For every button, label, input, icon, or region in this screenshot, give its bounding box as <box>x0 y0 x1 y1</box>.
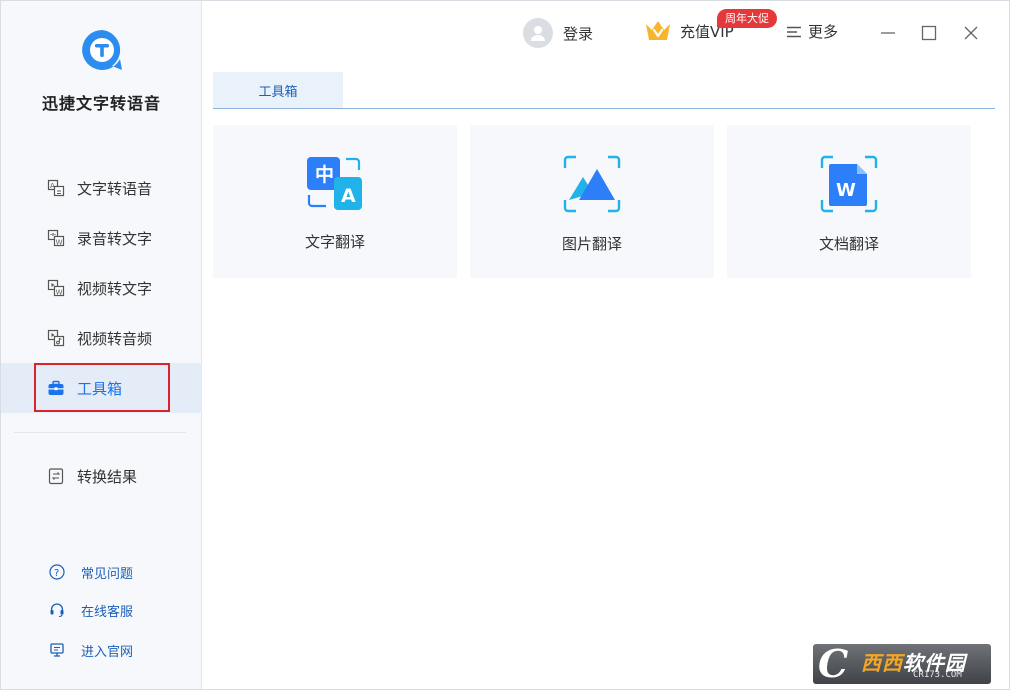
watermark-url: CR173.COM <box>913 670 962 680</box>
sidebar-item-label: 文字转语音 <box>77 179 153 198</box>
tool-card-image-translate[interactable]: 图片翻译 <box>470 125 714 278</box>
image-translate-icon <box>563 155 621 213</box>
video-to-text-icon: W <box>46 278 66 298</box>
help-link-faq[interactable]: ? 常见问题 <box>1 559 202 585</box>
tool-card-label: 图片翻译 <box>561 235 622 253</box>
more-menu-button[interactable]: 更多 <box>786 21 838 42</box>
app-logo-icon <box>82 30 122 70</box>
minimize-icon[interactable] <box>878 23 898 43</box>
svg-text:W: W <box>56 289 63 297</box>
audio-to-text-icon: W <box>46 228 66 248</box>
sidebar-item-results[interactable]: 转换结果 <box>1 451 202 501</box>
user-avatar-icon <box>523 18 553 48</box>
help-link-label: 在线客服 <box>81 604 134 620</box>
tool-card-document-translate[interactable]: W 文档翻译 <box>727 125 971 278</box>
svg-text:W: W <box>56 239 63 247</box>
login-label: 登录 <box>563 24 594 43</box>
results-icon <box>46 466 66 486</box>
promo-badge: 周年大促 <box>717 9 777 28</box>
sidebar-item-label: 视频转音频 <box>77 329 153 348</box>
tool-card-label: 文档翻译 <box>818 235 879 253</box>
video-to-audio-icon <box>46 328 66 348</box>
question-circle-icon: ? <box>48 563 66 581</box>
sidebar-item-label: 工具箱 <box>77 379 123 398</box>
sidebar-item-label: 录音转文字 <box>77 229 153 248</box>
sidebar-divider <box>14 432 186 433</box>
tab-toolbox[interactable]: 工具箱 <box>213 72 343 108</box>
headset-icon <box>48 601 66 619</box>
tool-card-text-translate[interactable]: 中 A 文字翻译 <box>213 125 457 278</box>
document-translate-icon: W <box>820 155 878 213</box>
help-link-support[interactable]: 在线客服 <box>1 597 202 623</box>
sidebar-item-text-to-speech[interactable]: A 文字转语音 <box>1 163 202 213</box>
menu-lines-icon <box>787 26 801 37</box>
watermark-c-logo-icon: C <box>818 644 849 684</box>
svg-text:W: W <box>836 180 856 201</box>
svg-text:A: A <box>50 182 55 190</box>
help-link-label: 常见问题 <box>81 566 134 582</box>
help-link-website[interactable]: 进入官网 <box>1 637 202 663</box>
sidebar: 迅捷文字转语音 A 文字转语音 W 录音转文字 W 视频转文字 视频转音频 工具… <box>1 1 202 689</box>
site-watermark: C 西西软件园 CR173.COM <box>813 644 991 684</box>
sidebar-item-label: 转换结果 <box>77 467 138 486</box>
maximize-icon[interactable] <box>919 23 939 43</box>
crown-icon <box>646 21 670 40</box>
text-translate-icon: 中 A <box>307 157 362 210</box>
tool-card-label: 文字翻译 <box>304 233 365 251</box>
sidebar-item-label: 视频转文字 <box>77 279 153 298</box>
text-to-speech-icon: A <box>46 178 66 198</box>
more-label: 更多 <box>808 23 839 41</box>
monitor-icon <box>48 641 66 659</box>
sidebar-item-audio-to-text[interactable]: W 录音转文字 <box>1 213 202 263</box>
tab-strip: 工具箱 <box>213 72 995 109</box>
svg-text:A: A <box>341 185 356 207</box>
sidebar-item-video-to-audio[interactable]: 视频转音频 <box>1 313 202 363</box>
login-button[interactable]: 登录 <box>523 18 593 48</box>
app-window: 迅捷文字转语音 A 文字转语音 W 录音转文字 W 视频转文字 视频转音频 工具… <box>0 0 1010 690</box>
sidebar-item-video-to-text[interactable]: W 视频转文字 <box>1 263 202 313</box>
app-name: 迅捷文字转语音 <box>41 94 161 113</box>
sidebar-item-toolbox[interactable]: 工具箱 <box>1 363 202 413</box>
svg-text:中: 中 <box>315 163 334 186</box>
toolbox-icon <box>46 378 66 398</box>
close-icon[interactable] <box>961 23 981 43</box>
watermark-brand-a: 西西 <box>861 651 903 675</box>
svg-text:?: ? <box>54 568 59 579</box>
help-link-label: 进入官网 <box>81 644 134 660</box>
